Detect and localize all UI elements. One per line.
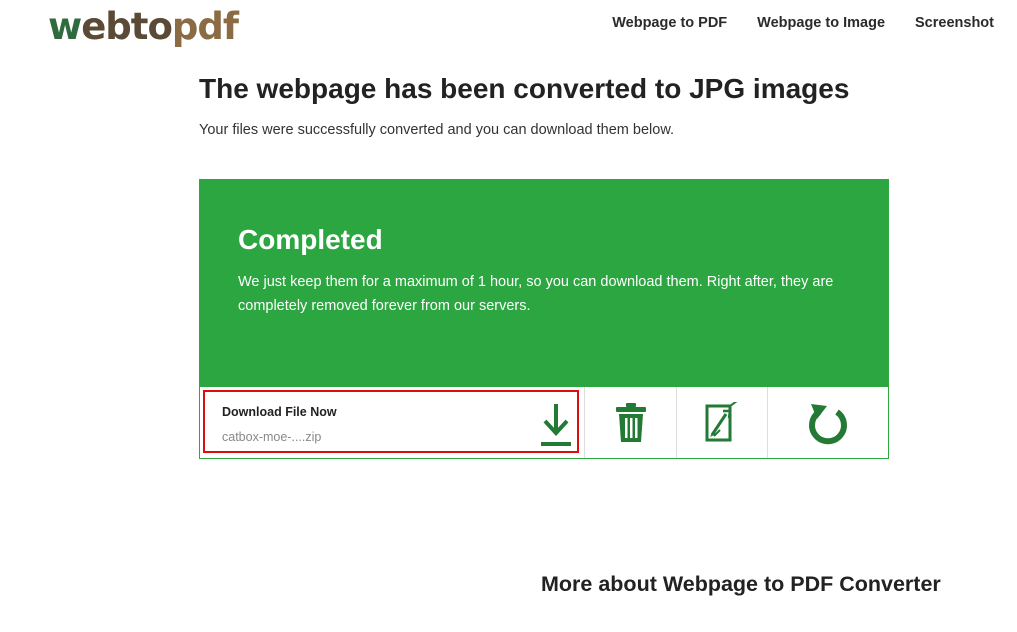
logo-w: w bbox=[48, 5, 82, 48]
page-subtitle: Your files were successfully converted a… bbox=[199, 122, 675, 138]
logo-pdf: pdf bbox=[171, 5, 239, 48]
trash-icon bbox=[615, 402, 646, 442]
logo-mid: ebto bbox=[81, 5, 173, 48]
page: webtopdf Webpage to PDF Webpage to Image… bbox=[0, 0, 1017, 632]
nav-webpage-to-image[interactable]: Webpage to Image bbox=[757, 15, 885, 31]
result-banner: Completed We just keep them for a maximu… bbox=[200, 180, 888, 387]
download-file-button[interactable]: Download File Now catbox-moe-....zip bbox=[203, 390, 579, 453]
nav-webpage-to-pdf[interactable]: Webpage to PDF bbox=[612, 15, 727, 31]
download-icon bbox=[541, 404, 571, 446]
more-about-heading: More about Webpage to PDF Converter bbox=[541, 572, 941, 596]
edit-file-button[interactable] bbox=[676, 387, 767, 458]
nav-screenshot[interactable]: Screenshot bbox=[915, 15, 994, 31]
retention-notice: We just keep them for a maximum of 1 hou… bbox=[238, 274, 834, 314]
restart-icon bbox=[809, 403, 847, 444]
top-nav: Webpage to PDF Webpage to Image Screensh… bbox=[612, 15, 994, 31]
page-title: The webpage has been converted to JPG im… bbox=[199, 73, 850, 104]
result-card: Completed We just keep them for a maximu… bbox=[199, 179, 889, 459]
logo[interactable]: webtopdf bbox=[48, 4, 239, 50]
edit-file-icon bbox=[705, 401, 738, 441]
restart-button[interactable] bbox=[767, 387, 888, 458]
delete-button[interactable] bbox=[584, 387, 676, 458]
download-label: Download File Now bbox=[222, 405, 337, 419]
action-bar: Download File Now catbox-moe-....zip bbox=[200, 387, 888, 458]
completed-heading: Completed bbox=[238, 224, 383, 255]
download-filename: catbox-moe-....zip bbox=[222, 430, 322, 444]
